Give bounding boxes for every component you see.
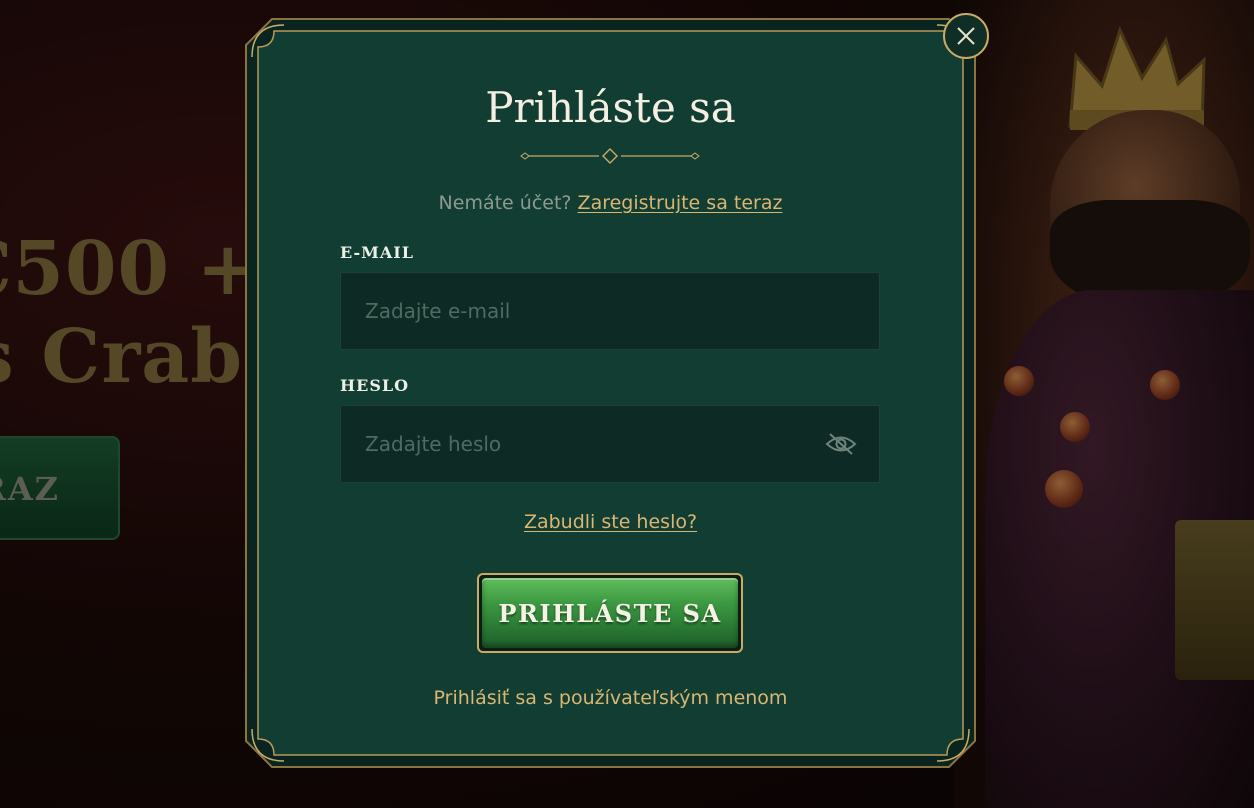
signup-prompt-row: Nemáte účet? Zaregistrujte sa teraz (244, 192, 977, 214)
login-submit-label: PRIHLÁSTE SA (498, 598, 722, 628)
login-modal: Prihláste sa Nemáte účet? Zaregistrujte … (244, 17, 977, 769)
signup-prompt-text: Nemáte účet? (438, 192, 572, 214)
email-field-container (340, 272, 880, 350)
email-label: E-MAIL (340, 243, 414, 262)
modal-title: Prihláste sa (485, 83, 736, 132)
divider-ornament (520, 148, 700, 164)
password-field-container (340, 405, 880, 483)
login-submit-button[interactable]: PRIHLÁSTE SA (477, 573, 743, 653)
email-input[interactable] (341, 273, 879, 349)
register-link[interactable]: Zaregistrujte sa teraz (578, 192, 783, 214)
password-input[interactable] (341, 406, 879, 482)
login-submit-button-face: PRIHLÁSTE SA (482, 578, 738, 648)
username-login-link[interactable]: Prihlásiť sa s používateľským menom (244, 687, 977, 709)
forgot-password-link[interactable]: Zabudli ste heslo? (524, 511, 697, 533)
password-label: HESLO (340, 376, 410, 395)
forgot-password-row: Zabudli ste heslo? (244, 511, 977, 533)
close-icon (957, 27, 975, 45)
close-button[interactable] (943, 13, 989, 59)
login-screen: €500 + s Crab RAZ Prihláste sa Nemáte úč… (0, 0, 1254, 808)
eye-off-icon[interactable] (825, 431, 857, 457)
